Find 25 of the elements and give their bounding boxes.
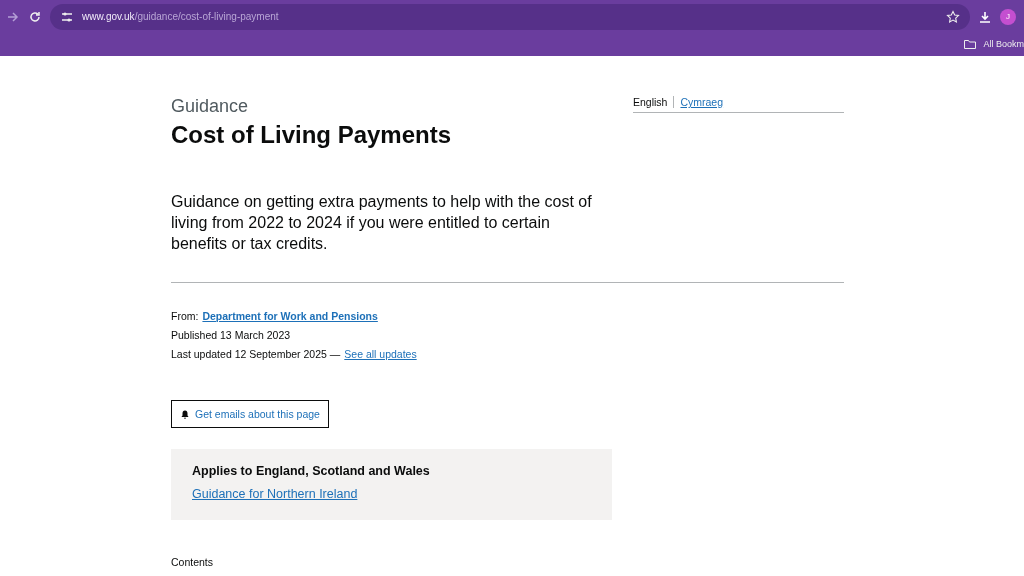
organisation-link[interactable]: Department for Work and Pensions [202,307,378,326]
updates-link[interactable]: See all updates [344,345,417,364]
from-label: From: [171,309,199,324]
download-icon[interactable] [978,9,992,24]
star-icon[interactable] [946,9,960,24]
bell-icon [180,408,190,420]
updated-date: Last updated 12 September 2025 — [171,347,341,362]
reload-icon[interactable] [28,9,42,24]
address-bar[interactable]: www.gov.uk/guidance/cost-of-living-payment [50,3,970,30]
page-title: Cost of Living Payments [171,121,452,149]
url-host: www.gov.uk [82,11,135,22]
page-caption: Guidance [171,96,249,117]
contents-heading: Contents [171,556,215,568]
language-link[interactable]: Cymraeg [680,96,730,108]
url-path: /guidance/cost-of-living-payment [134,11,279,22]
published-date: Published 13 March 2023 [171,328,291,343]
profile-avatar[interactable]: J [1000,8,1016,25]
folder-icon[interactable] [963,37,978,51]
forward-icon[interactable] [6,9,20,24]
guidance-link[interactable]: Guidance for Northern Ireland [192,487,358,501]
language-link[interactable]: English [633,96,675,108]
bookmarks-label[interactable]: All Bookm [983,39,1024,49]
email-alert-button[interactable]: Get emails about this page [171,400,329,428]
applies-heading: Applies to England, Scotland and Wales [192,464,431,478]
lead-paragraph: Guidance on getting extra payments to help with the cost of living from 2022 to 2024 if you were entitled to certain benefits or tax credits. [171,192,593,254]
